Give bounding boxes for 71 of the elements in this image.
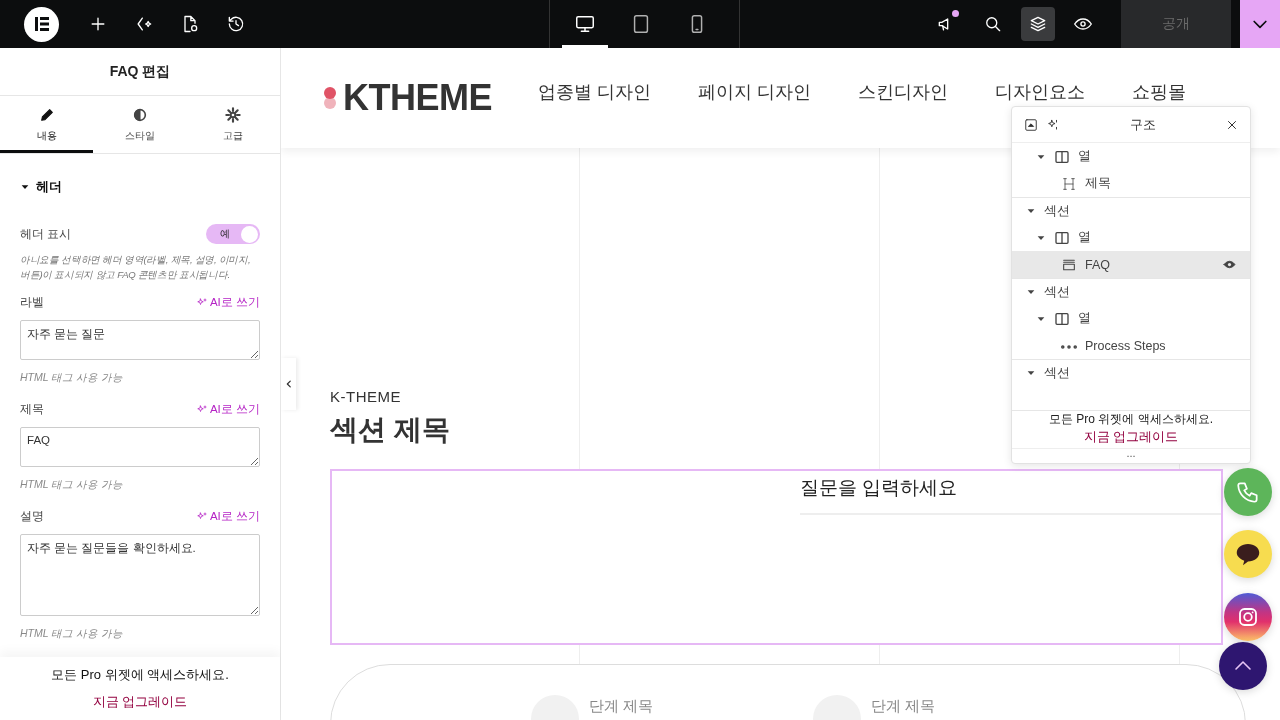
site-logo[interactable]: KTHEME — [343, 77, 492, 119]
desktop-icon — [574, 13, 596, 35]
section-toggle[interactable]: 헤더 — [20, 178, 62, 196]
tree-item[interactable]: 섹션 — [1012, 278, 1250, 305]
layers-icon — [1028, 14, 1048, 34]
nav-link[interactable]: 디자인요소 — [995, 80, 1086, 104]
columns-icon — [1054, 310, 1070, 327]
dots-icon — [1061, 344, 1077, 349]
phone-icon — [1235, 479, 1261, 505]
structure-button[interactable] — [1021, 7, 1055, 41]
step-title: 단계 제목 — [589, 696, 654, 716]
tree-item[interactable]: FAQ — [1012, 251, 1250, 278]
hint-text: HTML 태그 사용 가능 — [20, 478, 125, 492]
logo-dots-icon — [323, 85, 337, 111]
ai-write-button[interactable]: AI로 쓰기 — [195, 509, 260, 524]
field-label: 라벨 — [20, 294, 44, 311]
section-label: K-THEME — [330, 388, 401, 405]
pencil-icon — [38, 107, 55, 123]
contrast-icon — [132, 107, 148, 123]
collapse-icon — [1024, 117, 1038, 132]
caret-down-icon — [1026, 206, 1036, 216]
text-area[interactable]: 자주 묻는 질문들을 확인하세요. — [20, 534, 260, 616]
panel-tab[interactable]: 스타일 — [93, 96, 187, 153]
text-area[interactable]: FAQ — [20, 427, 260, 467]
history-icon — [226, 14, 246, 34]
tree-item[interactable]: Process Steps — [1012, 332, 1250, 359]
nav-link[interactable]: 업종별 디자인 — [538, 80, 651, 104]
columns-icon — [1054, 148, 1070, 165]
hint-text: HTML 태그 사용 가능 — [20, 371, 125, 385]
panel-title: FAQ 편집 — [0, 48, 280, 96]
faq-widget[interactable]: 질문을 입력하세요 — [330, 469, 1223, 645]
field-label: 설명 — [20, 508, 44, 525]
more-handle[interactable]: ... — [1012, 448, 1250, 463]
field-label: 헤더 표시 — [20, 225, 72, 243]
camera-icon — [1236, 605, 1260, 629]
nav-link[interactable]: 페이지 디자인 — [698, 80, 812, 104]
panel-tab[interactable]: 내용 — [0, 96, 94, 153]
caret-down-icon — [1026, 287, 1036, 297]
sparkle-icon — [1046, 117, 1060, 132]
faq-question[interactable]: 질문을 입력하세요 — [800, 475, 958, 513]
promo-text: 모든 Pro 위젯에 액세스하세요. 지금 업그레이드 — [1012, 410, 1250, 448]
upgrade-link[interactable]: 지금 업그레이드 — [92, 693, 188, 711]
columns-icon — [1054, 229, 1070, 246]
close-icon — [1226, 118, 1238, 131]
tree-item[interactable]: 열 — [1012, 224, 1250, 251]
caret-down-icon — [1026, 368, 1036, 378]
toggle-switch[interactable]: 예 — [206, 224, 260, 244]
field-label: 제목 — [20, 401, 44, 418]
tree-item[interactable]: 섹션 — [1012, 197, 1250, 224]
nav-link[interactable]: 쇼핑몰 — [1132, 80, 1187, 104]
panel-tab[interactable]: 고급 — [186, 96, 280, 153]
caret-down-icon — [20, 182, 30, 192]
search-icon — [983, 14, 1003, 34]
panel-title: 구조 — [1129, 115, 1157, 134]
tree-item[interactable]: 열 — [1012, 305, 1250, 332]
promo-text: 모든 Pro 위젯에 액세스하세요. — [51, 666, 229, 684]
upgrade-link[interactable]: 지금 업그레이드 — [1083, 429, 1179, 444]
tree-item[interactable]: 섹션 — [1012, 359, 1250, 386]
app-logo[interactable] — [24, 6, 59, 42]
ai-write-button[interactable]: AI로 쓰기 — [195, 295, 260, 310]
tree-item[interactable]: 열 — [1012, 143, 1250, 170]
eye-icon — [1223, 258, 1236, 271]
tree-item[interactable]: 제목 — [1012, 170, 1250, 197]
text-area[interactable]: 자주 묻는 질문 — [20, 320, 260, 360]
help-text: 아니요를 선택하면 헤더 영역(라벨, 제목, 설명, 이미지, 버튼)이 표시되지 않고 FAQ 콘텐츠만 표시됩니다. — [20, 253, 252, 282]
ai-write-button[interactable]: AI로 쓰기 — [195, 402, 260, 417]
heading-icon — [1061, 175, 1077, 192]
step-title: 단계 제목 — [871, 696, 936, 716]
nav-link[interactable]: 스킨디자인 — [858, 80, 949, 104]
hint-text: HTML 태그 사용 가능 — [20, 627, 125, 641]
section-title: 섹션 제목 — [330, 413, 450, 447]
